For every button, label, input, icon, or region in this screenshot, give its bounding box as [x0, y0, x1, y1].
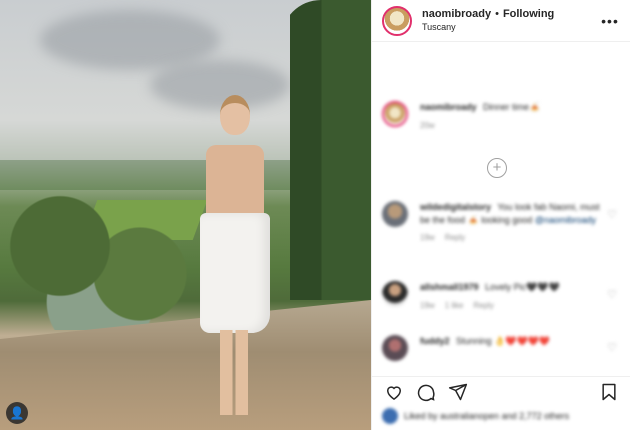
following-button[interactable]: Following [503, 8, 554, 22]
mention-link[interactable]: @naomibroady [535, 215, 596, 225]
avatar[interactable] [382, 281, 408, 307]
more-horizontal-icon[interactable]: ••• [600, 13, 620, 29]
comment-text: Stunning 👌❤️❤️❤️❤️ [456, 336, 551, 346]
post-actions [372, 376, 630, 406]
reply-button[interactable]: Reply [473, 301, 493, 310]
like-comment-heart-icon[interactable]: ♡ [607, 288, 617, 301]
comment-username[interactable]: fuddy2 [420, 336, 450, 346]
comment-username[interactable]: naomibroady [420, 102, 477, 112]
comment-item: allshmall1979 Lovely Pic🖤🖤🖤 19w 1 like Rep… [382, 281, 622, 311]
comment-time: 19w [420, 233, 435, 243]
header-text: naomibroady • Following Tuscany [422, 8, 600, 33]
comment-icon[interactable] [414, 380, 438, 404]
comment-item: fuddy2 Stunning 👌❤️❤️❤️❤️ [382, 335, 622, 361]
comments-list: naomibroady Dinner time🍝 20w + wildedigi… [372, 43, 630, 376]
comment-likes[interactable]: 1 like [445, 301, 464, 310]
comment-text: Dinner time🍝 [483, 102, 541, 112]
comment-username[interactable]: allshmall1979 [420, 282, 479, 292]
avatar[interactable] [382, 335, 408, 361]
location-link[interactable]: Tuscany [422, 22, 600, 33]
comment-text: Lovely Pic🖤🖤🖤 [485, 282, 560, 292]
like-comment-heart-icon[interactable]: ♡ [607, 341, 617, 354]
load-more-comments-icon[interactable]: + [487, 158, 507, 178]
post-photo[interactable]: 👤 [0, 0, 371, 430]
post-sidebar: naomibroady • Following Tuscany ••• naom… [371, 0, 630, 430]
avatar[interactable] [382, 408, 398, 424]
reply-button[interactable]: Reply [445, 233, 465, 242]
heart-icon[interactable] [382, 380, 406, 404]
caption: naomibroady Dinner time🍝 20w [382, 101, 622, 131]
comment-time: 20w [420, 120, 435, 130]
separator-dot: • [495, 8, 499, 20]
trees [0, 190, 200, 330]
likes-text: Liked by australianopen and 2,772 others [404, 411, 570, 421]
comment-time: 19w [420, 300, 435, 310]
woman-figure [200, 95, 272, 415]
post-header: naomibroady • Following Tuscany ••• [372, 0, 630, 42]
username-link[interactable]: naomibroady [422, 8, 491, 22]
comment-username[interactable]: wildedigitalstory [420, 202, 491, 212]
send-icon[interactable] [446, 380, 470, 404]
tagged-user-icon[interactable]: 👤 [6, 402, 28, 424]
cypress-tree [281, 0, 371, 300]
comment-item: wildedigitalstory You look fab Naomi, mu… [382, 201, 622, 243]
avatar[interactable] [382, 101, 408, 127]
bookmark-icon[interactable] [597, 380, 621, 404]
like-comment-heart-icon[interactable]: ♡ [607, 208, 617, 221]
likes-summary[interactable]: Liked by australianopen and 2,772 others [382, 408, 569, 424]
avatar[interactable] [382, 5, 412, 36]
avatar[interactable] [382, 201, 408, 227]
